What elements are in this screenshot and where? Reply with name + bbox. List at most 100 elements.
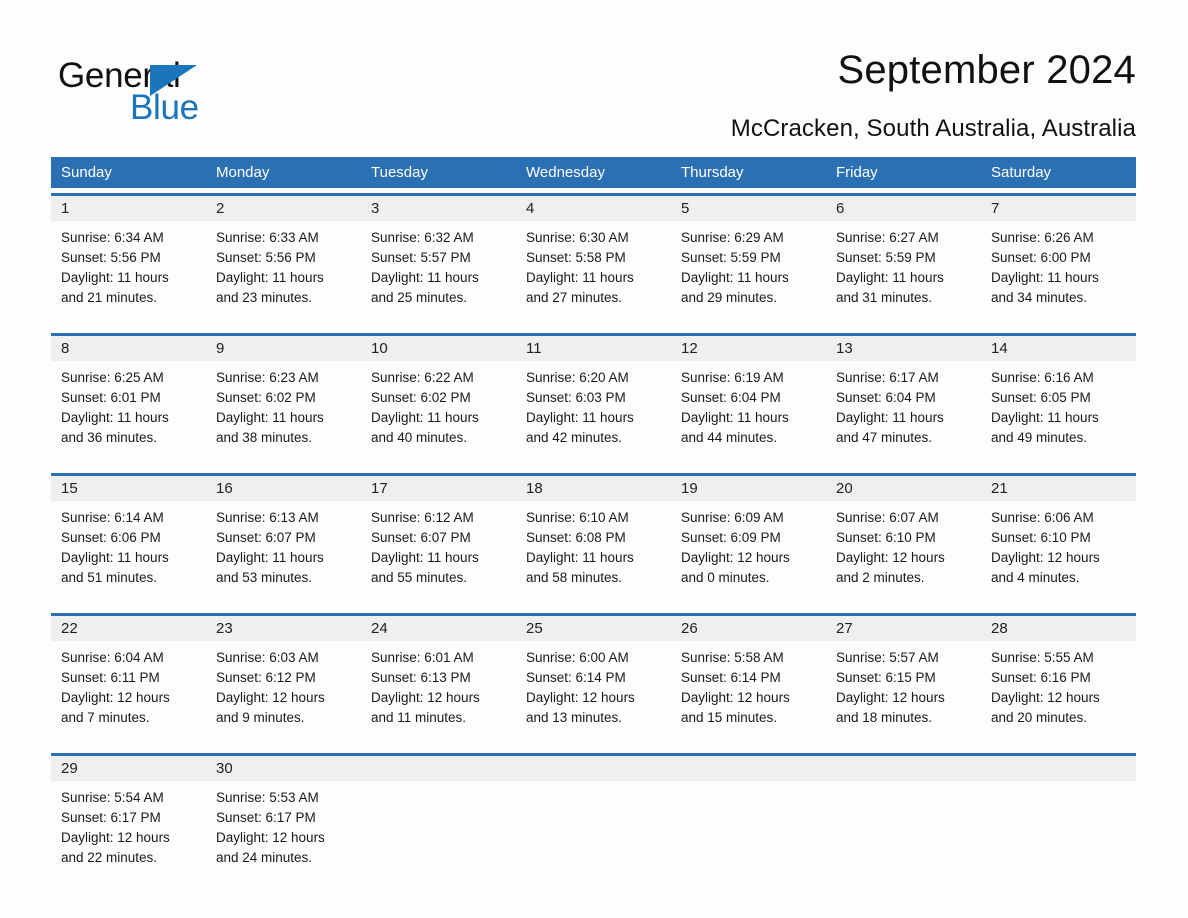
- day-number[interactable]: 25: [516, 616, 671, 641]
- sunrise-text: Sunrise: 6:27 AM: [836, 230, 939, 245]
- sunset-text: Sunset: 6:04 PM: [836, 390, 936, 405]
- day-cell[interactable]: Sunrise: 6:09 AM Sunset: 6:09 PM Dayligh…: [671, 501, 826, 608]
- day-number[interactable]: 11: [516, 336, 671, 361]
- day-number[interactable]: 28: [981, 616, 1136, 641]
- day-cell[interactable]: Sunrise: 6:33 AM Sunset: 5:56 PM Dayligh…: [206, 221, 361, 328]
- day-number[interactable]: 6: [826, 196, 981, 221]
- day-number[interactable]: 17: [361, 476, 516, 501]
- sunset-text: Sunset: 6:16 PM: [991, 670, 1091, 685]
- sunset-text: Sunset: 6:07 PM: [216, 530, 316, 545]
- daylight-text-line2: and 47 minutes.: [836, 430, 933, 445]
- page-title: September 2024: [837, 48, 1136, 92]
- day-number[interactable]: 10: [361, 336, 516, 361]
- day-number[interactable]: 15: [51, 476, 206, 501]
- day-number[interactable]: 3: [361, 196, 516, 221]
- daylight-text-line2: and 38 minutes.: [216, 430, 313, 445]
- day-number[interactable]: 20: [826, 476, 981, 501]
- day-cell[interactable]: Sunrise: 6:16 AM Sunset: 6:05 PM Dayligh…: [981, 361, 1136, 468]
- daylight-text-line2: and 24 minutes.: [216, 850, 313, 865]
- page-header: General Blue September 2024 McCracken, S…: [0, 44, 1188, 144]
- calendar-table: Sunday Monday Tuesday Wednesday Thursday…: [51, 157, 1136, 888]
- daylight-text-line2: and 7 minutes.: [61, 710, 150, 725]
- sunrise-text: Sunrise: 6:33 AM: [216, 230, 319, 245]
- day-cell[interactable]: Sunrise: 6:06 AM Sunset: 6:10 PM Dayligh…: [981, 501, 1136, 608]
- daylight-text-line1: Daylight: 11 hours: [61, 550, 169, 565]
- sunrise-text: Sunrise: 6:19 AM: [681, 370, 784, 385]
- day-cell[interactable]: Sunrise: 6:14 AM Sunset: 6:06 PM Dayligh…: [51, 501, 206, 608]
- day-cell-empty: [361, 781, 516, 888]
- day-cell[interactable]: Sunrise: 6:30 AM Sunset: 5:58 PM Dayligh…: [516, 221, 671, 328]
- daylight-text-line1: Daylight: 11 hours: [526, 550, 634, 565]
- daylight-text-line2: and 36 minutes.: [61, 430, 158, 445]
- day-cell[interactable]: Sunrise: 6:20 AM Sunset: 6:03 PM Dayligh…: [516, 361, 671, 468]
- day-cell[interactable]: Sunrise: 6:25 AM Sunset: 6:01 PM Dayligh…: [51, 361, 206, 468]
- weekday-header-saturday: Saturday: [991, 164, 1052, 181]
- day-number[interactable]: 9: [206, 336, 361, 361]
- day-number[interactable]: 2: [206, 196, 361, 221]
- sunset-text: Sunset: 5:59 PM: [681, 250, 781, 265]
- daylight-text-line2: and 58 minutes.: [526, 570, 623, 585]
- daylight-text-line1: Daylight: 11 hours: [681, 410, 789, 425]
- day-number[interactable]: 27: [826, 616, 981, 641]
- day-cell[interactable]: Sunrise: 6:23 AM Sunset: 6:02 PM Dayligh…: [206, 361, 361, 468]
- day-cell[interactable]: Sunrise: 6:12 AM Sunset: 6:07 PM Dayligh…: [361, 501, 516, 608]
- day-number-empty: [516, 756, 671, 781]
- day-number[interactable]: 4: [516, 196, 671, 221]
- sunset-text: Sunset: 5:58 PM: [526, 250, 626, 265]
- sunset-text: Sunset: 6:03 PM: [526, 390, 626, 405]
- day-number[interactable]: 29: [51, 756, 206, 781]
- day-cell[interactable]: Sunrise: 6:03 AM Sunset: 6:12 PM Dayligh…: [206, 641, 361, 748]
- daylight-text-line1: Daylight: 12 hours: [371, 690, 480, 705]
- daylight-text-line2: and 29 minutes.: [681, 290, 778, 305]
- day-cell[interactable]: Sunrise: 6:04 AM Sunset: 6:11 PM Dayligh…: [51, 641, 206, 748]
- day-number[interactable]: 19: [671, 476, 826, 501]
- day-number[interactable]: 26: [671, 616, 826, 641]
- day-number[interactable]: 24: [361, 616, 516, 641]
- day-number[interactable]: 5: [671, 196, 826, 221]
- day-number[interactable]: 22: [51, 616, 206, 641]
- sunrise-text: Sunrise: 5:57 AM: [836, 650, 939, 665]
- day-cell-empty: [981, 781, 1136, 888]
- day-cell[interactable]: Sunrise: 6:10 AM Sunset: 6:08 PM Dayligh…: [516, 501, 671, 608]
- day-number[interactable]: 18: [516, 476, 671, 501]
- day-cell[interactable]: Sunrise: 6:19 AM Sunset: 6:04 PM Dayligh…: [671, 361, 826, 468]
- day-cell[interactable]: Sunrise: 6:17 AM Sunset: 6:04 PM Dayligh…: [826, 361, 981, 468]
- day-cell[interactable]: Sunrise: 6:32 AM Sunset: 5:57 PM Dayligh…: [361, 221, 516, 328]
- day-cell[interactable]: Sunrise: 6:13 AM Sunset: 6:07 PM Dayligh…: [206, 501, 361, 608]
- day-cell[interactable]: Sunrise: 6:01 AM Sunset: 6:13 PM Dayligh…: [361, 641, 516, 748]
- day-cell[interactable]: Sunrise: 5:55 AM Sunset: 6:16 PM Dayligh…: [981, 641, 1136, 748]
- sunrise-text: Sunrise: 6:00 AM: [526, 650, 629, 665]
- day-number[interactable]: 1: [51, 196, 206, 221]
- daylight-text-line1: Daylight: 11 hours: [371, 410, 479, 425]
- day-number[interactable]: 13: [826, 336, 981, 361]
- day-number[interactable]: 16: [206, 476, 361, 501]
- day-cell[interactable]: Sunrise: 5:54 AM Sunset: 6:17 PM Dayligh…: [51, 781, 206, 888]
- day-number[interactable]: 21: [981, 476, 1136, 501]
- day-cell[interactable]: Sunrise: 6:26 AM Sunset: 6:00 PM Dayligh…: [981, 221, 1136, 328]
- daylight-text-line1: Daylight: 12 hours: [991, 550, 1100, 565]
- daylight-text-line2: and 2 minutes.: [836, 570, 925, 585]
- day-number[interactable]: 23: [206, 616, 361, 641]
- day-cell[interactable]: Sunrise: 6:00 AM Sunset: 6:14 PM Dayligh…: [516, 641, 671, 748]
- day-cell[interactable]: Sunrise: 6:34 AM Sunset: 5:56 PM Dayligh…: [51, 221, 206, 328]
- day-number[interactable]: 7: [981, 196, 1136, 221]
- day-cell[interactable]: Sunrise: 6:29 AM Sunset: 5:59 PM Dayligh…: [671, 221, 826, 328]
- day-cell[interactable]: Sunrise: 5:53 AM Sunset: 6:17 PM Dayligh…: [206, 781, 361, 888]
- calendar-week-row: 22 23 24 25 26 27 28 Sunrise: 6:04 AM Su…: [51, 613, 1136, 748]
- sunset-text: Sunset: 5:57 PM: [371, 250, 471, 265]
- day-number[interactable]: 30: [206, 756, 361, 781]
- daylight-text-line2: and 34 minutes.: [991, 290, 1088, 305]
- day-cell[interactable]: Sunrise: 6:07 AM Sunset: 6:10 PM Dayligh…: [826, 501, 981, 608]
- generalblue-logo[interactable]: General Blue: [58, 50, 258, 127]
- day-cell[interactable]: Sunrise: 6:22 AM Sunset: 6:02 PM Dayligh…: [361, 361, 516, 468]
- day-number[interactable]: 8: [51, 336, 206, 361]
- day-cell[interactable]: Sunrise: 5:57 AM Sunset: 6:15 PM Dayligh…: [826, 641, 981, 748]
- day-cell[interactable]: Sunrise: 5:58 AM Sunset: 6:14 PM Dayligh…: [671, 641, 826, 748]
- day-number[interactable]: 12: [671, 336, 826, 361]
- calendar-week-row: 1 2 3 4 5 6 7 Sunrise: 6:34 AM Sunset: 5…: [51, 193, 1136, 328]
- day-number-empty: [981, 756, 1136, 781]
- day-number-band: 15 16 17 18 19 20 21: [51, 476, 1136, 501]
- day-number[interactable]: 14: [981, 336, 1136, 361]
- day-cell[interactable]: Sunrise: 6:27 AM Sunset: 5:59 PM Dayligh…: [826, 221, 981, 328]
- sunrise-text: Sunrise: 6:16 AM: [991, 370, 1094, 385]
